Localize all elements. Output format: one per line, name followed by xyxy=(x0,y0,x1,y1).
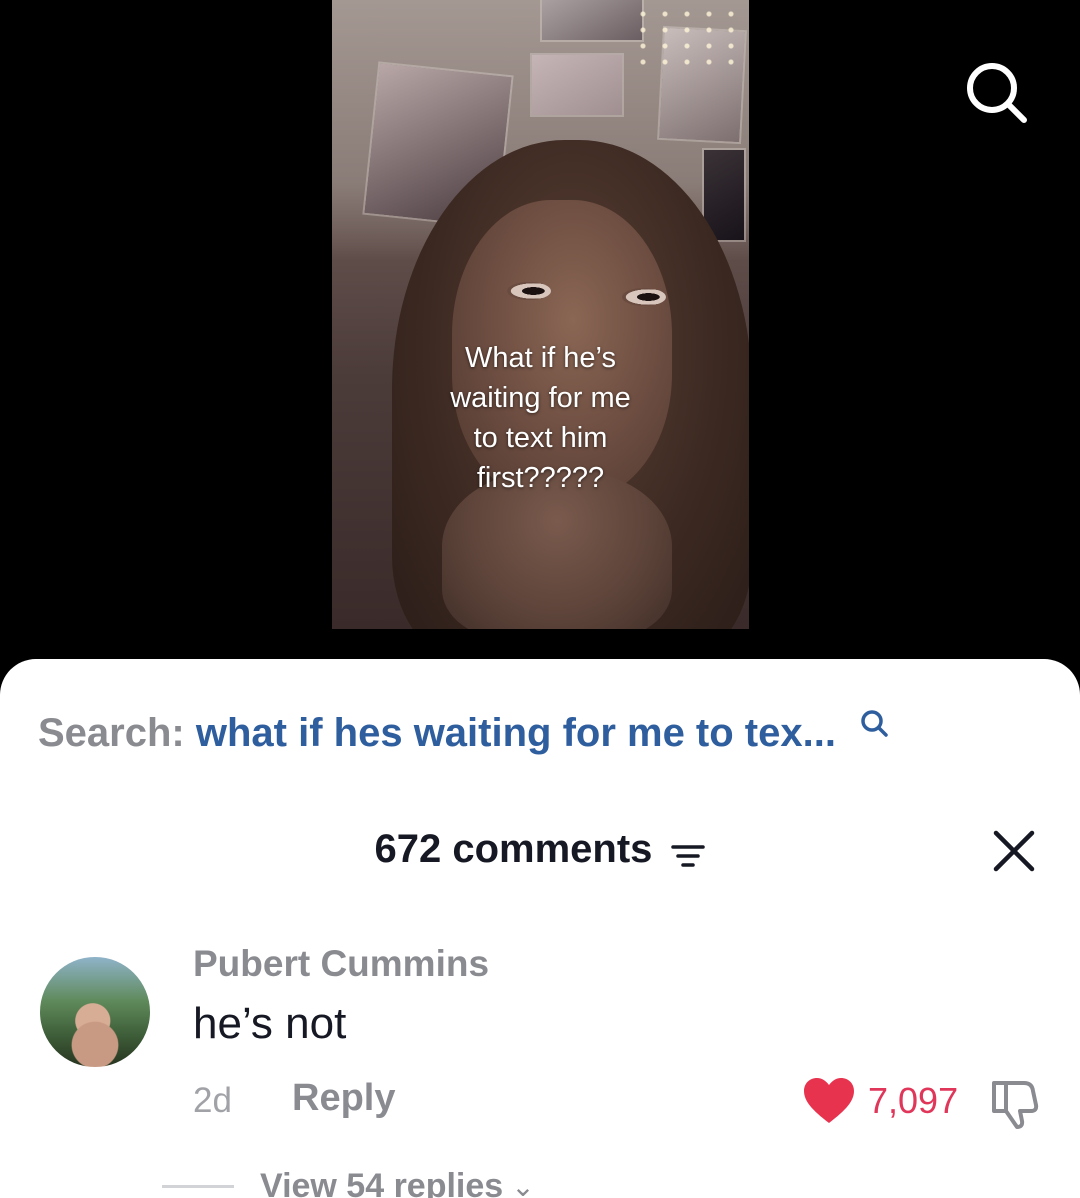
screen: What if he’s waiting for me to text him … xyxy=(0,0,1080,1198)
search-prefix: Search: xyxy=(38,711,185,755)
comment-count: 672 comments xyxy=(374,827,653,871)
avatar[interactable] xyxy=(40,957,150,1067)
comment-username[interactable]: Pubert Cummins xyxy=(193,943,489,985)
heart-icon xyxy=(804,1078,854,1123)
thumbs-down-icon[interactable] xyxy=(986,1075,1042,1131)
comment-timestamp: 2d xyxy=(193,1081,232,1120)
comments-panel: Search: what if hes waiting for me to te… xyxy=(0,659,1080,1198)
comments-header: 672 comments xyxy=(0,827,1080,872)
like-button[interactable]: 7,097 xyxy=(802,1075,958,1127)
like-count: 7,097 xyxy=(868,1080,959,1121)
related-search-link[interactable]: Search: what if hes waiting for me to te… xyxy=(38,710,889,756)
reply-button[interactable]: Reply xyxy=(292,1077,395,1120)
video-player[interactable]: What if he’s waiting for me to text him … xyxy=(332,0,749,629)
search-icon[interactable] xyxy=(962,58,1032,128)
video-caption: What if he’s waiting for me to text him … xyxy=(450,342,631,494)
search-query[interactable]: what if hes waiting for me to tex... xyxy=(196,711,836,755)
wall-poster xyxy=(532,55,622,115)
close-icon[interactable] xyxy=(992,829,1036,873)
view-replies-label: View 54 replies xyxy=(260,1167,504,1198)
search-icon xyxy=(859,703,889,737)
view-replies-button[interactable]: View 54 replies ⌄ xyxy=(162,1167,535,1198)
chevron-down-icon: ⌄ xyxy=(511,1171,535,1198)
comment-item: Pubert Cummins he’s not 2d Reply 7,097 V… xyxy=(0,941,1080,1198)
video-subject-eye xyxy=(622,288,666,306)
comment-text: he’s not xyxy=(193,999,347,1048)
filter-icon[interactable] xyxy=(670,836,706,868)
divider xyxy=(162,1185,234,1188)
video-subject-eye xyxy=(507,282,551,300)
string-lights xyxy=(632,6,749,66)
wall-poster xyxy=(542,0,642,40)
